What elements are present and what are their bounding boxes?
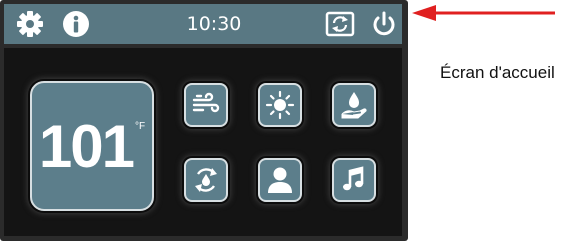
refresh-icon[interactable]: [322, 4, 358, 44]
wind-button[interactable]: [184, 83, 228, 127]
power-icon[interactable]: [368, 4, 400, 44]
temperature-value: 101: [38, 112, 135, 180]
temperature-tile[interactable]: 101 °F: [30, 81, 154, 211]
user-button[interactable]: [258, 158, 302, 202]
pointer-arrow: [412, 5, 555, 21]
home-panel: 101 °F: [4, 48, 402, 236]
status-bar: 10:30: [4, 4, 402, 44]
water-drop-hand-icon: [341, 92, 367, 119]
control-panel-screen: 10:30 101 °F: [0, 0, 408, 241]
gear-icon[interactable]: [12, 4, 48, 44]
cycle-drop-icon: [195, 168, 217, 192]
music-button[interactable]: [332, 158, 376, 202]
temperature-unit: °F: [135, 121, 146, 132]
clock-time: 10:30: [186, 13, 242, 35]
info-icon[interactable]: [58, 4, 94, 44]
water-care-button[interactable]: [332, 83, 376, 127]
music-icon: [343, 166, 364, 191]
filter-cycle-button[interactable]: [184, 158, 228, 202]
home-screen-caption: Écran d'accueil: [440, 63, 555, 82]
wind-icon: [192, 92, 220, 113]
user-icon: [268, 167, 292, 193]
light-button[interactable]: [258, 83, 302, 127]
sun-icon: [265, 90, 295, 120]
